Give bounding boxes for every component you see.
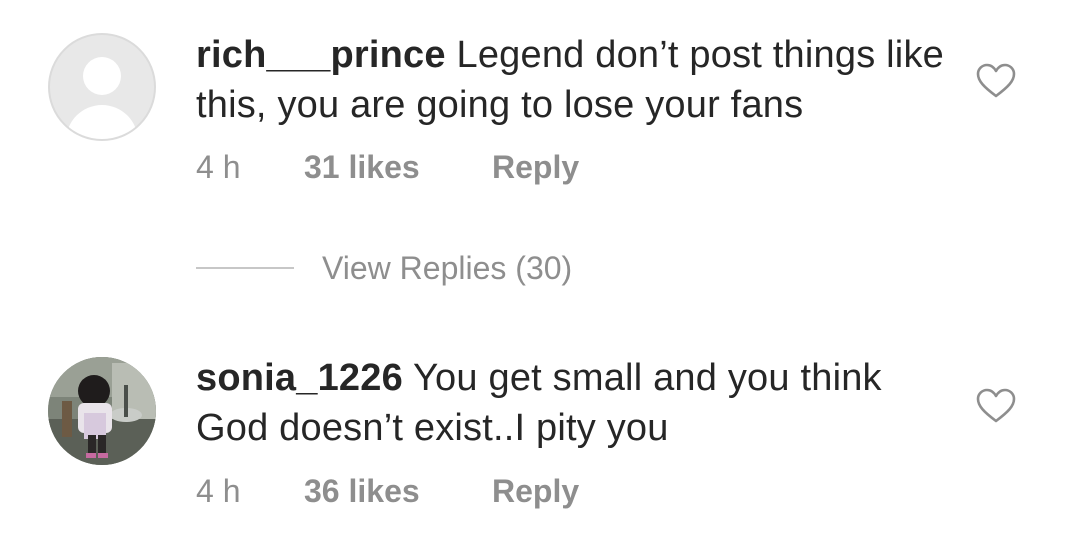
- comment-time: 4 h: [196, 149, 241, 185]
- comment-username[interactable]: sonia_1226: [196, 357, 403, 399]
- default-avatar-icon[interactable]: [48, 33, 156, 141]
- reply-button[interactable]: Reply: [492, 471, 579, 511]
- heart-outline-icon[interactable]: [976, 63, 1016, 99]
- comment-text: sonia_1226 You get small and you think G…: [196, 353, 956, 453]
- profile-photo[interactable]: [48, 357, 156, 465]
- profile-photo-image: [48, 357, 156, 465]
- reply-button[interactable]: Reply: [492, 147, 579, 187]
- avatar-head-shape: [83, 57, 121, 95]
- comment-text: rich___prince Legend don’t post things l…: [196, 30, 956, 130]
- comment-username[interactable]: rich___prince: [196, 34, 446, 76]
- view-replies[interactable]: View Replies (30): [196, 248, 696, 288]
- view-replies-label[interactable]: View Replies (30): [322, 248, 572, 288]
- heart-outline-icon[interactable]: [976, 388, 1016, 424]
- comment-likes[interactable]: 36 likes: [304, 471, 420, 511]
- view-replies-divider: [196, 267, 294, 269]
- avatar-shoulders-shape: [66, 105, 138, 139]
- comment-time: 4 h: [196, 473, 241, 509]
- comment-likes[interactable]: 31 likes: [304, 147, 420, 187]
